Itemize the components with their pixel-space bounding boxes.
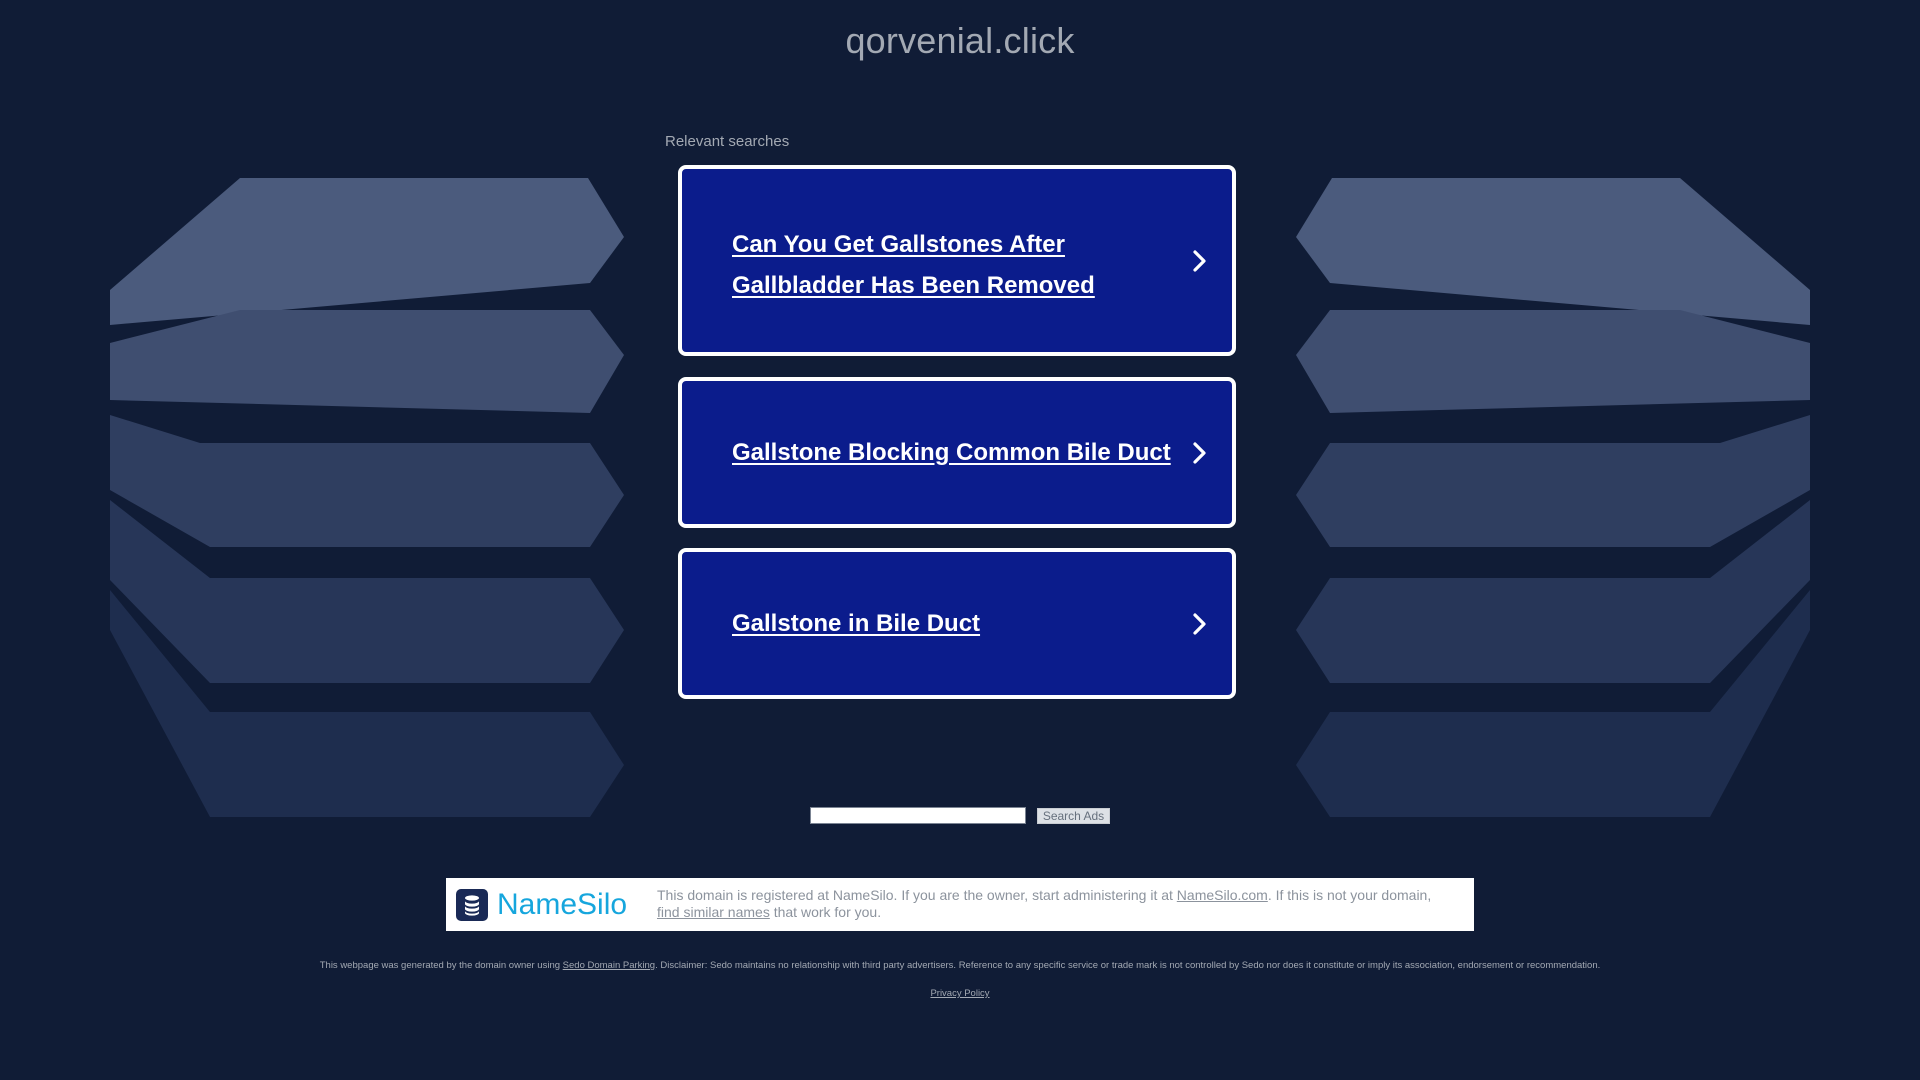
sedo-domain-parking-link[interactable]: Sedo Domain Parking (563, 960, 655, 971)
privacy-row: Privacy Policy (0, 988, 1920, 999)
domain-title: qorvenial.click (845, 20, 1075, 61)
privacy-policy-link[interactable]: Privacy Policy (930, 988, 989, 999)
related-search-line: Can You Get Gallstones After (732, 231, 1065, 258)
namesilo-logo[interactable]: NameSilo (456, 888, 636, 921)
search-ads-button[interactable]: Search Ads (1037, 808, 1110, 824)
related-search-text[interactable]: Can You Get Gallstones After Gallbladder… (732, 224, 1172, 306)
related-search-text[interactable]: Gallstone Blocking Common Bile Duct (732, 432, 1202, 473)
search-input[interactable] (810, 807, 1026, 824)
search-ads-form: Search Ads (0, 807, 1920, 825)
disclaimer-text: . Disclaimer: Sedo maintains no relation… (655, 960, 1601, 971)
disclaimer: This webpage was generated by the domain… (0, 960, 1920, 971)
right-band-2 (1296, 310, 1810, 413)
related-search-link[interactable]: Gallstone Blocking Common Bile Duct (678, 377, 1236, 528)
related-search-line: Gallstone Blocking Common Bile Duct (732, 439, 1171, 466)
registrar-banner: NameSilo This domain is registered at Na… (446, 878, 1474, 931)
right-band-3 (1296, 415, 1810, 547)
left-band-1 (110, 178, 624, 325)
left-band-3 (110, 415, 624, 547)
registrar-notice-text: that work for you. (769, 904, 882, 920)
chevron-right-icon (1193, 250, 1206, 272)
related-search-line: Gallstone in Bile Duct (732, 610, 981, 637)
related-search-link[interactable]: Gallstone in Bile Duct (678, 548, 1236, 699)
registrar-notice: This domain is registered at NameSilo. I… (657, 887, 1457, 921)
chevron-right-icon (1193, 613, 1206, 635)
chevron-right-icon (1193, 442, 1206, 464)
related-search-text[interactable]: Gallstone in Bile Duct (732, 603, 1172, 644)
right-band-1 (1296, 178, 1810, 325)
relevant-searches-label: Relevant searches (665, 133, 790, 150)
database-icon (456, 889, 488, 921)
registrar-notice-text: This domain is registered at NameSilo. I… (657, 887, 1177, 903)
parking-page: qorvenial.click Relevant searches Can Yo… (0, 0, 1920, 1080)
right-decoration (1296, 178, 1810, 817)
left-decoration (110, 178, 624, 817)
namesilo-link[interactable]: NameSilo.com (1177, 887, 1268, 903)
namesilo-wordmark: NameSilo (497, 888, 628, 921)
registrar-notice-text: . If this is not your domain, (1267, 887, 1432, 903)
find-similar-names-link[interactable]: find similar names (657, 904, 770, 920)
disclaimer-text: This webpage was generated by the domain… (319, 960, 563, 971)
left-band-2 (110, 310, 624, 413)
related-search-line: Gallbladder Has Been Removed (732, 272, 1095, 299)
related-search-link[interactable]: Can You Get Gallstones After Gallbladder… (678, 165, 1236, 356)
